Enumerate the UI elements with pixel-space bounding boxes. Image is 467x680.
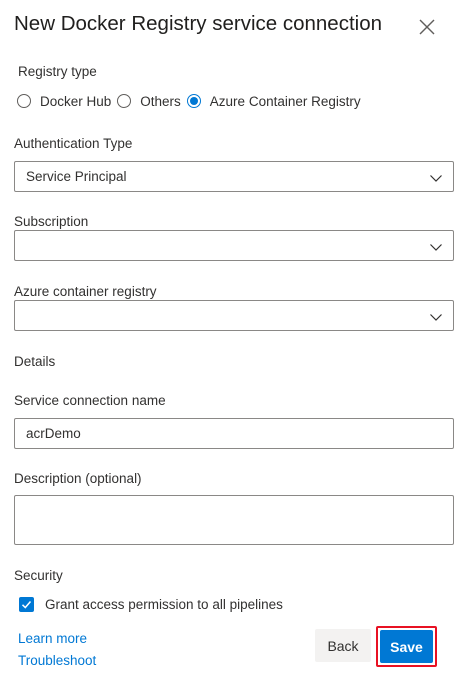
- connection-name-label: Service connection name: [14, 393, 166, 408]
- close-icon: [419, 19, 435, 35]
- radio-others[interactable]: Others: [117, 94, 181, 109]
- registry-type-radio-group: Docker Hub Others Azure Container Regist…: [17, 91, 367, 111]
- radio-docker-hub-circle[interactable]: [17, 94, 31, 108]
- radio-docker-hub-label: Docker Hub: [40, 93, 112, 109]
- container-registry-label: Azure container registry: [14, 284, 157, 299]
- subscription-label: Subscription: [14, 214, 89, 229]
- troubleshoot-link[interactable]: Troubleshoot: [18, 652, 96, 670]
- connection-name-input[interactable]: acrDemo: [14, 418, 454, 449]
- chevron-down-icon: [430, 314, 442, 321]
- authentication-type-value: Service Principal: [26, 169, 127, 184]
- service-connection-panel: New Docker Registry service connection R…: [0, 0, 467, 680]
- radio-azure-container-registry[interactable]: Azure Container Registry: [186, 93, 361, 109]
- save-button[interactable]: Save: [380, 630, 433, 663]
- grant-access-checkbox[interactable]: [19, 596, 34, 612]
- authentication-type-dropdown[interactable]: Service Principal: [14, 161, 454, 192]
- security-heading: Security: [14, 568, 63, 583]
- subscription-dropdown[interactable]: [14, 230, 454, 261]
- grant-access-label: Grant access permission to all pipelines: [45, 596, 283, 612]
- grant-access-checkbox-row[interactable]: Grant access permission to all pipelines: [19, 595, 283, 613]
- radio-azure-container-registry-label: Azure Container Registry: [209, 93, 361, 109]
- details-heading: Details: [14, 354, 56, 369]
- container-registry-dropdown[interactable]: [14, 300, 454, 331]
- authentication-type-label: Authentication Type: [14, 136, 133, 151]
- chevron-down-icon: [430, 175, 442, 182]
- description-textarea[interactable]: [14, 495, 454, 545]
- checkmark-icon: [21, 600, 32, 609]
- radio-others-circle[interactable]: [117, 94, 132, 108]
- radio-azure-container-registry-circle[interactable]: [186, 94, 201, 108]
- registry-type-label: Registry type: [18, 64, 97, 79]
- description-label: Description (optional): [14, 471, 142, 486]
- radio-others-label: Others: [140, 93, 181, 109]
- radio-docker-hub[interactable]: Docker Hub: [17, 94, 111, 109]
- back-button[interactable]: Back: [315, 629, 371, 662]
- connection-name-value: acrDemo: [26, 426, 81, 441]
- close-button[interactable]: [412, 12, 442, 42]
- dialog-title: New Docker Registry service connection: [14, 12, 382, 35]
- chevron-down-icon: [430, 244, 442, 251]
- learn-more-link[interactable]: Learn more: [18, 630, 87, 648]
